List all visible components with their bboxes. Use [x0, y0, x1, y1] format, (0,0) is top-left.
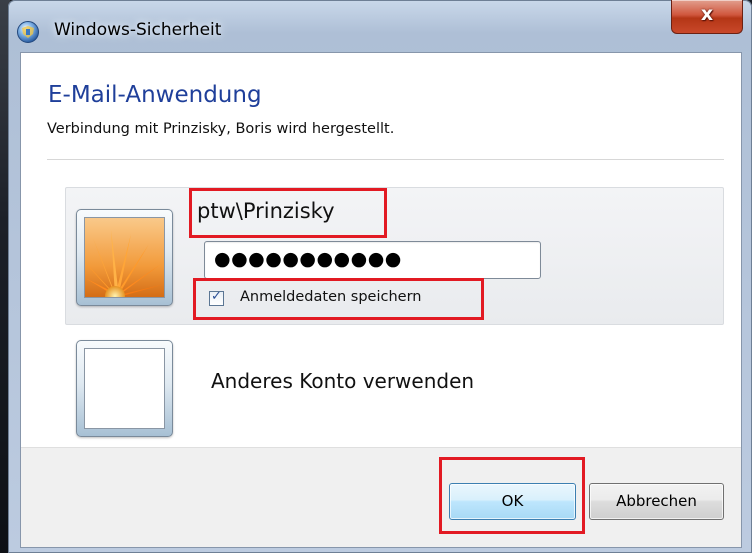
dialog-subheading: Verbindung mit Prinzisky, Boris wird her… [47, 121, 395, 137]
password-field[interactable]: ●●●●●●●●●●● [204, 241, 541, 279]
ok-button[interactable]: OK [449, 483, 576, 520]
remember-credentials-checkbox[interactable]: ✓ [209, 289, 224, 306]
dialog-heading: E-Mail-Anwendung [48, 82, 262, 108]
cancel-button[interactable]: Abbrechen [589, 483, 724, 520]
title-bar[interactable]: Windows-Sicherheit x [8, 0, 752, 50]
separator-line [47, 159, 724, 160]
other-account-avatar[interactable] [76, 340, 173, 437]
user-avatar[interactable] [76, 209, 173, 306]
other-account-label[interactable]: Anderes Konto verwenden [211, 369, 474, 393]
ok-button-label: OK [501, 492, 524, 510]
username-label: ptw\Prinzisky [197, 199, 335, 223]
checkmark-icon: ✓ [211, 289, 222, 304]
close-button[interactable]: x [671, 0, 743, 34]
blank-avatar-icon [84, 348, 165, 429]
cancel-button-label: Abbrechen [616, 492, 697, 510]
windows-security-shield-icon [16, 20, 40, 44]
flower-avatar-icon [84, 217, 165, 298]
close-icon: x [700, 3, 714, 25]
window-title: Windows-Sicherheit [54, 20, 222, 40]
remember-credentials-label[interactable]: Anmeldedaten speichern [240, 289, 422, 305]
password-value: ●●●●●●●●●●● [214, 248, 402, 270]
dialog-content: E-Mail-Anwendung Verbindung mit Prinzisk… [20, 52, 742, 548]
security-dialog-window: Windows-Sicherheit x E-Mail-Anwendung Ve… [8, 0, 752, 553]
